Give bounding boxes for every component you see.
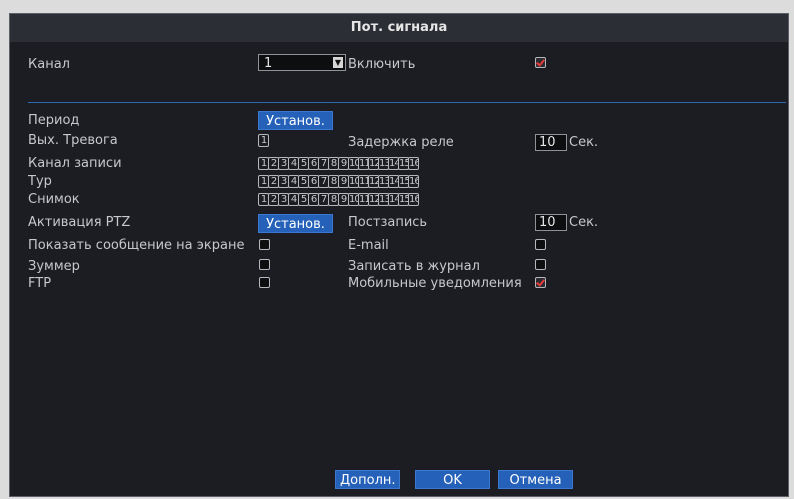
relay-delay-label: Задержка реле xyxy=(348,135,454,150)
alarm-out-label: Вых. Тревога xyxy=(28,133,118,148)
tour-label: Тур xyxy=(28,174,52,189)
alarm-signal-dialog: Пот. сигнала Канал 1 ▼ Включить Период У… xyxy=(9,13,789,497)
ftp-checkbox[interactable] xyxy=(259,277,270,288)
record-channel-selector: 1 2 3 4 5 6 7 8 9 10 11 12 13 14 15 16 xyxy=(258,157,419,170)
ok-button[interactable]: OK xyxy=(415,470,490,489)
cancel-button[interactable]: Отмена xyxy=(498,470,573,489)
snapshot-label: Снимок xyxy=(28,192,80,207)
channel-box-16[interactable]: 16 xyxy=(408,193,419,206)
dialog-title: Пот. сигнала xyxy=(10,14,788,42)
log-label: Записать в журнал xyxy=(348,259,480,274)
channel-label: Канал xyxy=(28,57,70,72)
channel-box-16[interactable]: 16 xyxy=(408,157,419,170)
post-record-input[interactable]: 10 xyxy=(535,214,567,231)
snapshot-channel-selector: 1 2 3 4 5 6 7 8 9 10 11 12 13 14 15 16 xyxy=(258,193,419,206)
buzzer-label: Зуммер xyxy=(28,259,80,274)
ptz-label: Активация PTZ xyxy=(28,215,131,230)
post-record-label: Постзапись xyxy=(348,215,428,230)
channel-box-16[interactable]: 16 xyxy=(408,175,419,188)
email-label: E-mail xyxy=(348,238,389,253)
channel-select-value: 1 xyxy=(264,56,273,71)
chevron-down-icon[interactable]: ▼ xyxy=(333,57,343,68)
period-label: Период xyxy=(28,113,80,128)
mobile-notifications-checkbox[interactable] xyxy=(535,277,546,288)
relay-delay-unit: Сек. xyxy=(569,135,599,150)
show-message-checkbox[interactable] xyxy=(259,239,270,250)
period-set-button[interactable]: Установ. xyxy=(258,111,333,130)
tour-channel-selector: 1 2 3 4 5 6 7 8 9 10 11 12 13 14 15 16 xyxy=(258,175,419,188)
channel-select[interactable]: 1 ▼ xyxy=(258,54,346,71)
record-channel-label: Канал записи xyxy=(28,156,122,171)
relay-delay-input[interactable]: 10 xyxy=(535,134,567,151)
enable-checkbox[interactable] xyxy=(535,57,546,68)
mobile-notifications-label: Мобильные уведомления xyxy=(348,276,522,291)
buzzer-checkbox[interactable] xyxy=(259,259,270,270)
alarm-out-1[interactable]: 1 xyxy=(258,134,269,147)
enable-label: Включить xyxy=(348,57,416,72)
ptz-set-button[interactable]: Установ. xyxy=(258,214,333,233)
section-divider xyxy=(28,102,786,103)
ftp-label: FTP xyxy=(28,276,52,291)
email-checkbox[interactable] xyxy=(535,239,546,250)
advanced-button[interactable]: Дополн. xyxy=(335,470,400,489)
post-record-unit: Сек. xyxy=(569,215,599,230)
show-message-label: Показать сообщение на экране xyxy=(28,238,245,253)
log-checkbox[interactable] xyxy=(535,259,546,270)
